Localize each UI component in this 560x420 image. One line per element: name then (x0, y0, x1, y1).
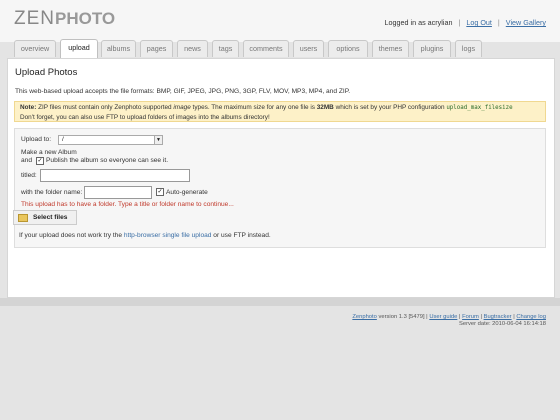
tab-logs[interactable]: logs (455, 40, 482, 57)
album-title-input[interactable] (40, 169, 190, 182)
upload-panel: Upload Photos This web-based upload acce… (7, 58, 555, 298)
and-label: and (21, 157, 33, 164)
footer: Zenphoto version 1.3 [5479] | User guide… (352, 314, 546, 327)
user-guide-link[interactable]: User guide (429, 314, 457, 320)
upload-to-select[interactable]: / ▼ (58, 135, 163, 145)
formats-intro: This web-based upload accepts the file f… (15, 88, 351, 95)
tab-upload[interactable]: upload (60, 39, 98, 58)
forum-link[interactable]: Forum (462, 314, 479, 320)
fallback-note: If your upload does not work try the htt… (19, 232, 271, 239)
tab-pages[interactable]: pages (140, 40, 173, 57)
logged-in-text: Logged in as acrylian (384, 18, 453, 27)
header: ZENPHOTO Logged in as acrylian | Log Out | V… (0, 0, 560, 42)
autogenerate-checkbox[interactable]: ✓ (156, 188, 164, 196)
single-file-upload-link[interactable]: http-browser single file upload (124, 232, 212, 239)
page-title: Upload Photos (15, 67, 78, 78)
tab-news[interactable]: news (177, 40, 208, 57)
tab-overview[interactable]: overview (14, 40, 56, 57)
tab-comments[interactable]: comments (243, 40, 289, 57)
folder-name-input[interactable] (84, 186, 152, 199)
publish-label: Publish the album so everyone can see it… (46, 157, 169, 164)
tab-tags[interactable]: tags (212, 40, 239, 57)
upload-form: Upload to: / ▼ Make a new Album and ✓ Pu… (14, 128, 546, 248)
server-date: Server date: 2010-06-04 16:14:18 (458, 321, 546, 327)
folder-name-label: with the folder name: (21, 189, 83, 196)
logout-link[interactable]: Log Out (466, 18, 492, 27)
upload-to-label: Upload to: (21, 136, 52, 143)
autogenerate-label: Auto-generate (166, 189, 208, 196)
titled-label: titled: (21, 172, 37, 179)
bottom-bar (0, 298, 560, 306)
select-files-button[interactable]: Select files (13, 210, 77, 225)
tab-themes[interactable]: themes (372, 40, 409, 57)
zenphoto-logo[interactable]: ZENPHOTO (14, 8, 115, 30)
folder-icon (18, 214, 28, 222)
user-bar: Logged in as acrylian | Log Out | View Galle… (384, 18, 546, 27)
upload-note: Note: ZIP files must contain only Zenpho… (14, 101, 546, 122)
tab-plugins[interactable]: plugins (413, 40, 451, 57)
chevron-down-icon: ▼ (154, 136, 162, 144)
folder-error: This upload has to have a folder. Type a… (21, 201, 234, 208)
publish-checkbox[interactable]: ✓ (36, 157, 44, 165)
tab-users[interactable]: users (293, 40, 324, 57)
view-gallery-link[interactable]: View Gallery (506, 18, 546, 27)
tab-options[interactable]: options (328, 40, 368, 57)
make-album-label: Make a new Album (21, 149, 77, 156)
changelog-link[interactable]: Change log (516, 314, 546, 320)
tab-albums[interactable]: albums (101, 40, 136, 57)
bugtracker-link[interactable]: Bugtracker (484, 314, 512, 320)
zenphoto-link[interactable]: Zenphoto (352, 314, 377, 320)
